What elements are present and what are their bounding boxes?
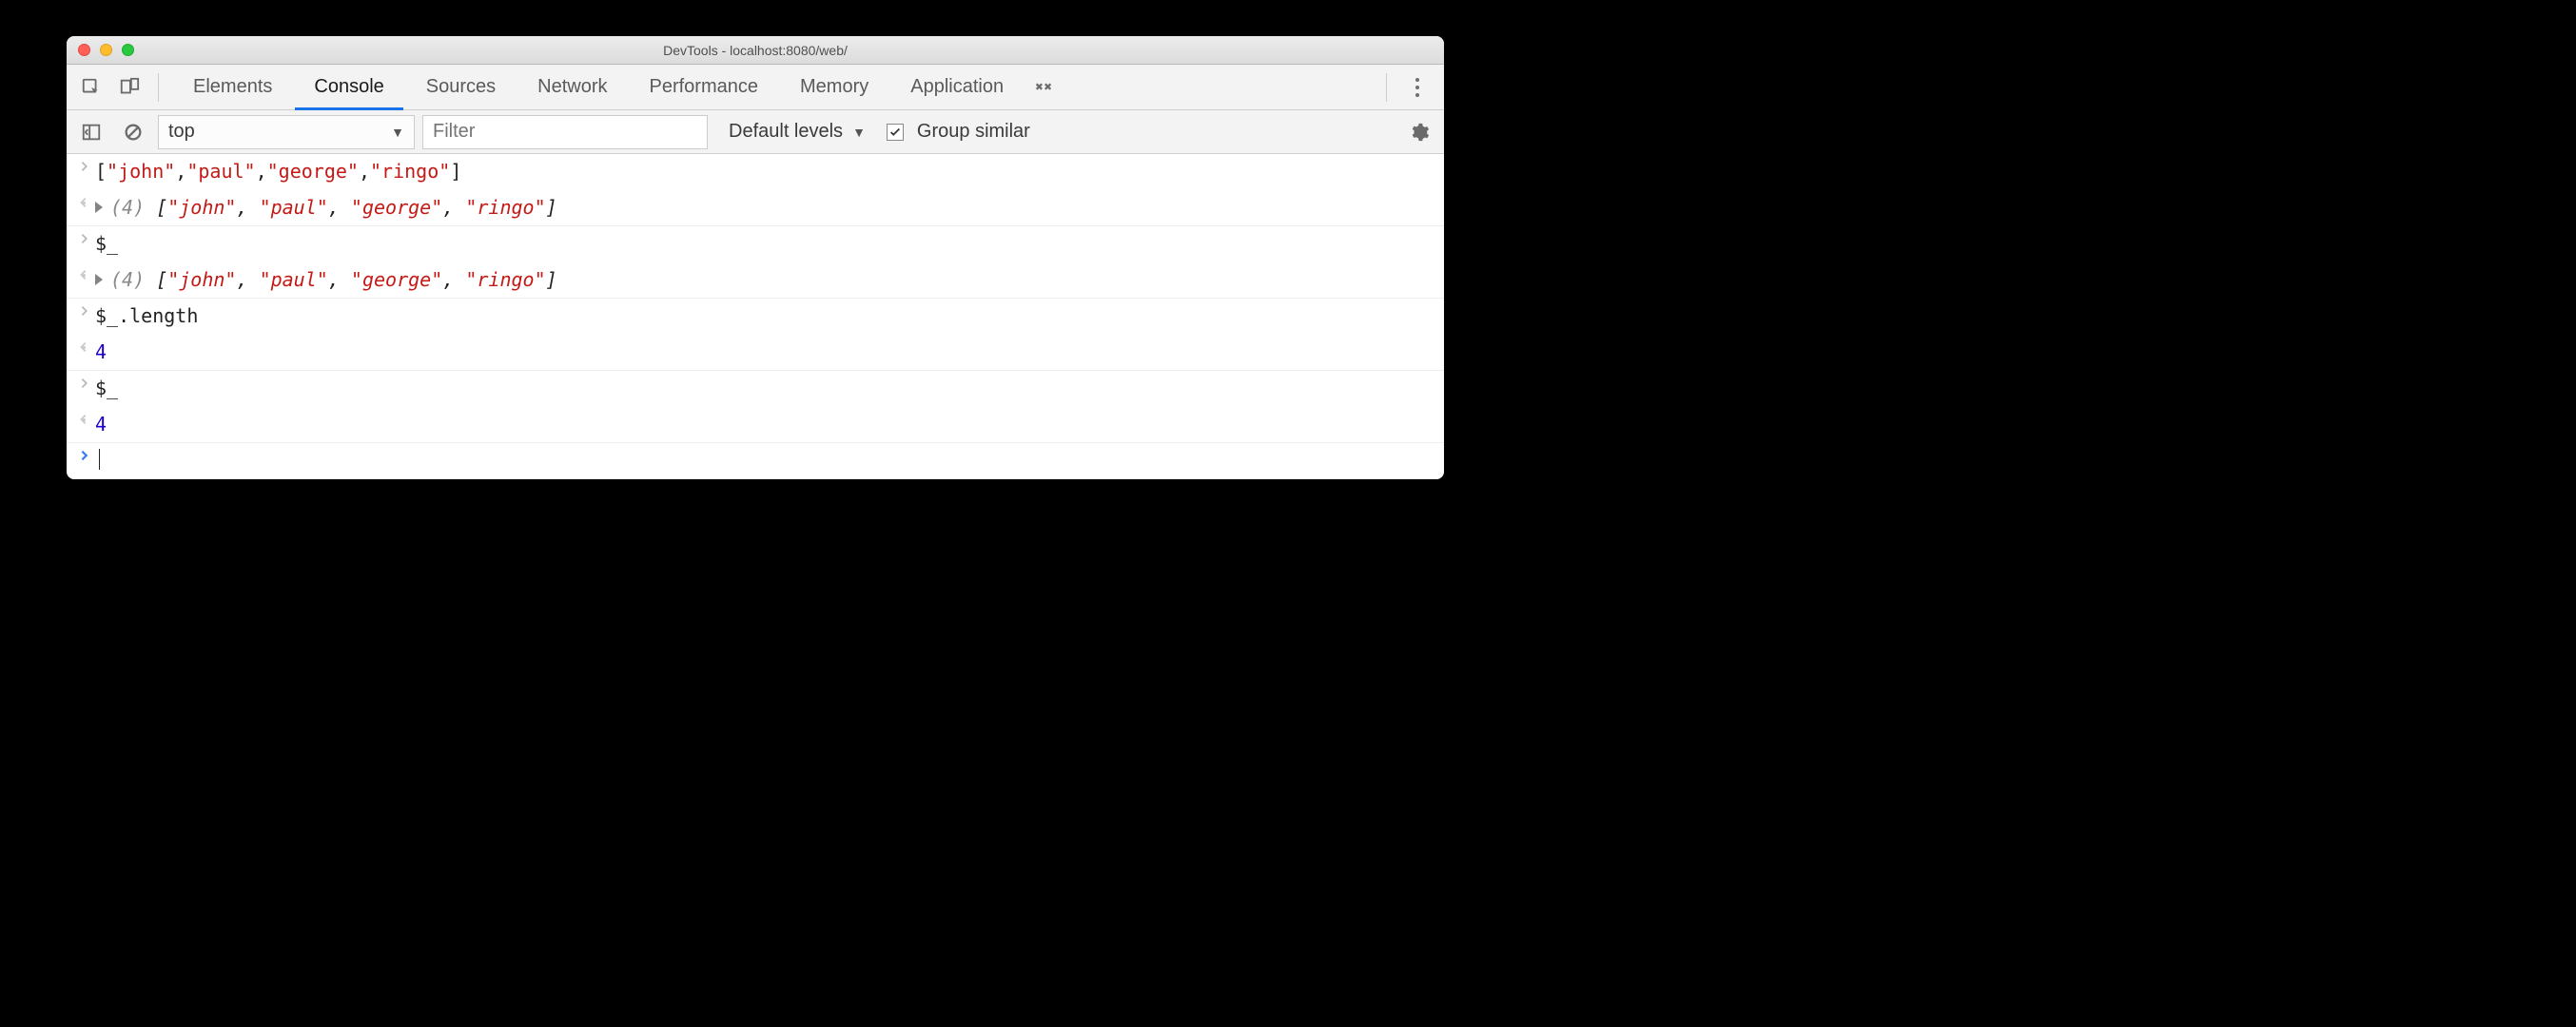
console-output-row: 4: [67, 407, 1444, 443]
panel-tabbar: ElementsConsoleSourcesNetworkPerformance…: [67, 65, 1444, 110]
separator: [158, 73, 159, 102]
output-marker-icon: [74, 196, 95, 209]
input-marker-icon: [74, 232, 95, 245]
group-similar-toggle[interactable]: Group similar: [887, 121, 1030, 143]
prompt-marker-icon: [74, 449, 95, 462]
tab-application[interactable]: Application: [891, 65, 1023, 110]
output-marker-icon: [74, 413, 95, 426]
input-marker-icon: [74, 304, 95, 318]
filter-input[interactable]: [422, 115, 708, 149]
context-selector-value: top: [168, 121, 195, 143]
tab-sources[interactable]: Sources: [407, 65, 515, 110]
console-input-row: $_: [67, 371, 1444, 407]
console-log[interactable]: ["john","paul","george","ringo"](4) ["jo…: [67, 154, 1444, 479]
console-input-row: $_.length: [67, 299, 1444, 335]
input-marker-icon: [74, 377, 95, 390]
text-cursor: [99, 449, 100, 470]
log-levels-label: Default levels: [729, 121, 843, 143]
console-prompt[interactable]: [67, 443, 1444, 479]
tab-elements[interactable]: Elements: [174, 65, 291, 110]
output-marker-icon: [74, 268, 95, 281]
input-marker-icon: [74, 160, 95, 173]
expand-icon[interactable]: [95, 274, 103, 285]
console-settings-icon[interactable]: [1402, 115, 1436, 149]
tab-memory[interactable]: Memory: [781, 65, 888, 110]
devtools-menu-button[interactable]: [1398, 78, 1436, 97]
console-toolbar: top ▼ Default levels ▼ Group similar: [67, 110, 1444, 154]
console-output-row: 4: [67, 335, 1444, 371]
group-similar-label: Group similar: [917, 121, 1030, 143]
group-similar-checkbox[interactable]: [887, 124, 904, 141]
inspect-element-icon[interactable]: [74, 70, 108, 105]
chevron-down-icon: ▼: [852, 125, 866, 140]
console-output-row[interactable]: (4) ["john", "paul", "george", "ringo"]: [67, 262, 1444, 299]
console-output-row[interactable]: (4) ["john", "paul", "george", "ringo"]: [67, 190, 1444, 226]
panel-tabs: ElementsConsoleSourcesNetworkPerformance…: [174, 65, 1023, 110]
devtools-window: DevTools - localhost:8080/web/ ElementsC…: [67, 36, 1444, 479]
tab-console[interactable]: Console: [295, 65, 402, 110]
tab-network[interactable]: Network: [518, 65, 626, 110]
log-levels-selector[interactable]: Default levels ▼: [729, 121, 866, 143]
console-input-row: ["john","paul","george","ringo"]: [67, 154, 1444, 190]
tab-performance[interactable]: Performance: [631, 65, 778, 110]
window-title: DevTools - localhost:8080/web/: [67, 43, 1444, 58]
titlebar: DevTools - localhost:8080/web/: [67, 36, 1444, 65]
more-tabs-button[interactable]: [1026, 77, 1061, 98]
chevron-down-icon: ▼: [391, 125, 404, 140]
expand-icon[interactable]: [95, 202, 103, 213]
separator: [1386, 73, 1387, 102]
toggle-sidebar-icon[interactable]: [74, 115, 108, 149]
device-toolbar-icon[interactable]: [112, 70, 146, 105]
console-input-row: $_: [67, 226, 1444, 262]
context-selector[interactable]: top ▼: [158, 115, 415, 149]
output-marker-icon: [74, 340, 95, 354]
clear-console-icon[interactable]: [116, 115, 150, 149]
